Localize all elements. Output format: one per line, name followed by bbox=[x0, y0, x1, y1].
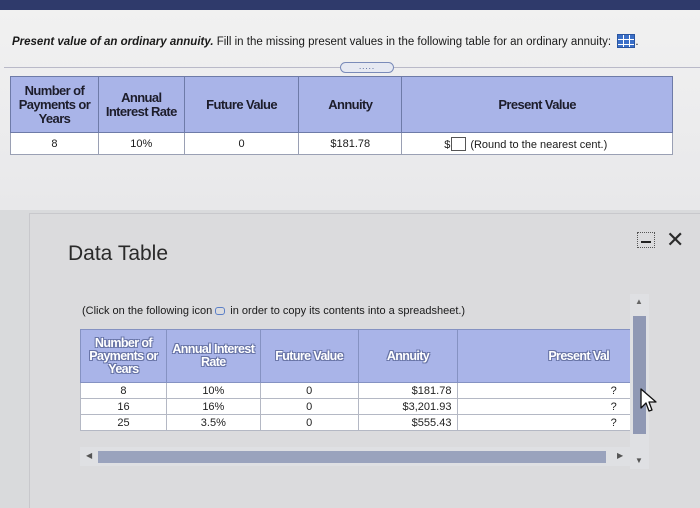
present-value-input[interactable] bbox=[451, 136, 467, 151]
copy-note-suffix: in order to copy its contents into a spr… bbox=[230, 305, 466, 317]
header-annuity: Annuity bbox=[298, 76, 403, 133]
copy-to-spreadsheet-icon[interactable] bbox=[215, 307, 226, 315]
horizontal-scroll-thumb[interactable] bbox=[98, 451, 606, 463]
data-cell-fv: 0 bbox=[259, 382, 359, 399]
question-text: Present value of an ordinary annuity. Fi… bbox=[12, 34, 639, 48]
scroll-down-icon[interactable]: ▼ bbox=[635, 456, 643, 465]
cell-future-value: 0 bbox=[183, 132, 300, 155]
vertical-scroll-thumb[interactable] bbox=[633, 316, 646, 434]
cell-rate: 10% bbox=[97, 132, 185, 155]
data-cell-annuity: $555.43 bbox=[357, 414, 459, 431]
scroll-right-icon[interactable]: ▶ bbox=[617, 451, 623, 460]
data-cell-years: 8 bbox=[80, 382, 167, 399]
question-trailing: . bbox=[635, 36, 639, 48]
question-instruction: Fill in the missing present values in th… bbox=[216, 36, 612, 48]
mouse-cursor-icon bbox=[640, 388, 657, 412]
data-table: Number of Payments or Years Annual Inter… bbox=[80, 329, 648, 431]
question-panel: Present value of an ordinary annuity. Fi… bbox=[0, 10, 700, 210]
data-cell-pv: ? bbox=[457, 414, 648, 431]
rounding-hint: (Round to the nearest cent.) bbox=[470, 138, 608, 151]
data-header-rate: Annual Interest Rate bbox=[165, 329, 261, 383]
data-cell-years: 25 bbox=[80, 414, 167, 431]
data-table-dialog: Data Table ✕ (Click on the following ico… bbox=[29, 213, 700, 508]
data-cell-pv: ? bbox=[457, 398, 648, 415]
close-icon[interactable]: ✕ bbox=[666, 227, 684, 253]
data-table-viewport: Number of Payments or Years Annual Inter… bbox=[80, 329, 648, 447]
copy-note-prefix: (Click on the following icon bbox=[82, 305, 213, 317]
horizontal-scrollbar[interactable]: ◀ ▶ bbox=[80, 447, 630, 466]
currency-symbol: $ bbox=[444, 138, 451, 151]
data-header-years: Number of Payments or Years bbox=[80, 329, 167, 383]
cell-present-value: $ (Round to the nearest cent.) bbox=[401, 132, 673, 155]
minimize-icon[interactable] bbox=[637, 232, 655, 248]
header-future-value: Future Value bbox=[183, 76, 300, 133]
data-cell-rate: 16% bbox=[165, 398, 261, 415]
table-row: 16 16% 0 $3,201.93 ? bbox=[80, 398, 648, 415]
header-present-value: Present Value bbox=[401, 76, 673, 133]
data-cell-years: 16 bbox=[80, 398, 167, 415]
expand-button[interactable]: ..... bbox=[340, 62, 394, 73]
data-header-future-value: Future Value bbox=[259, 329, 359, 383]
scroll-up-icon[interactable]: ▲ bbox=[635, 297, 643, 306]
header-rate: Annual Interest Rate bbox=[97, 76, 185, 133]
header-years: Number of Payments or Years bbox=[10, 76, 99, 133]
answer-table: Number of Payments or Years Annual Inter… bbox=[10, 76, 673, 155]
data-header-present-value: Present Val bbox=[457, 329, 648, 383]
table-row: 8 10% 0 $181.78 $ (Round to the nearest c… bbox=[10, 132, 673, 155]
dialog-title: Data Table bbox=[68, 242, 169, 265]
data-cell-rate: 10% bbox=[165, 382, 261, 399]
data-cell-fv: 0 bbox=[259, 398, 359, 415]
data-header-annuity: Annuity bbox=[357, 329, 459, 383]
question-lead: Present value of an ordinary annuity. bbox=[12, 36, 214, 48]
scroll-left-icon[interactable]: ◀ bbox=[86, 451, 92, 460]
grid-table-icon[interactable] bbox=[617, 34, 636, 48]
data-cell-annuity: $181.78 bbox=[357, 382, 459, 399]
data-cell-fv: 0 bbox=[259, 414, 359, 431]
data-cell-annuity: $3,201.93 bbox=[357, 398, 459, 415]
data-cell-rate: 3.5% bbox=[165, 414, 261, 431]
cell-years: 8 bbox=[10, 132, 99, 155]
table-row: 25 3.5% 0 $555.43 ? bbox=[80, 414, 648, 431]
cell-annuity: $181.78 bbox=[298, 132, 403, 155]
vertical-scrollbar[interactable]: ▲ ▼ bbox=[630, 294, 649, 469]
top-bar bbox=[0, 0, 700, 10]
copy-instruction: (Click on the following icon in order to… bbox=[82, 305, 465, 317]
data-cell-pv: ? bbox=[457, 382, 648, 399]
table-row: 8 10% 0 $181.78 ? bbox=[80, 382, 648, 399]
